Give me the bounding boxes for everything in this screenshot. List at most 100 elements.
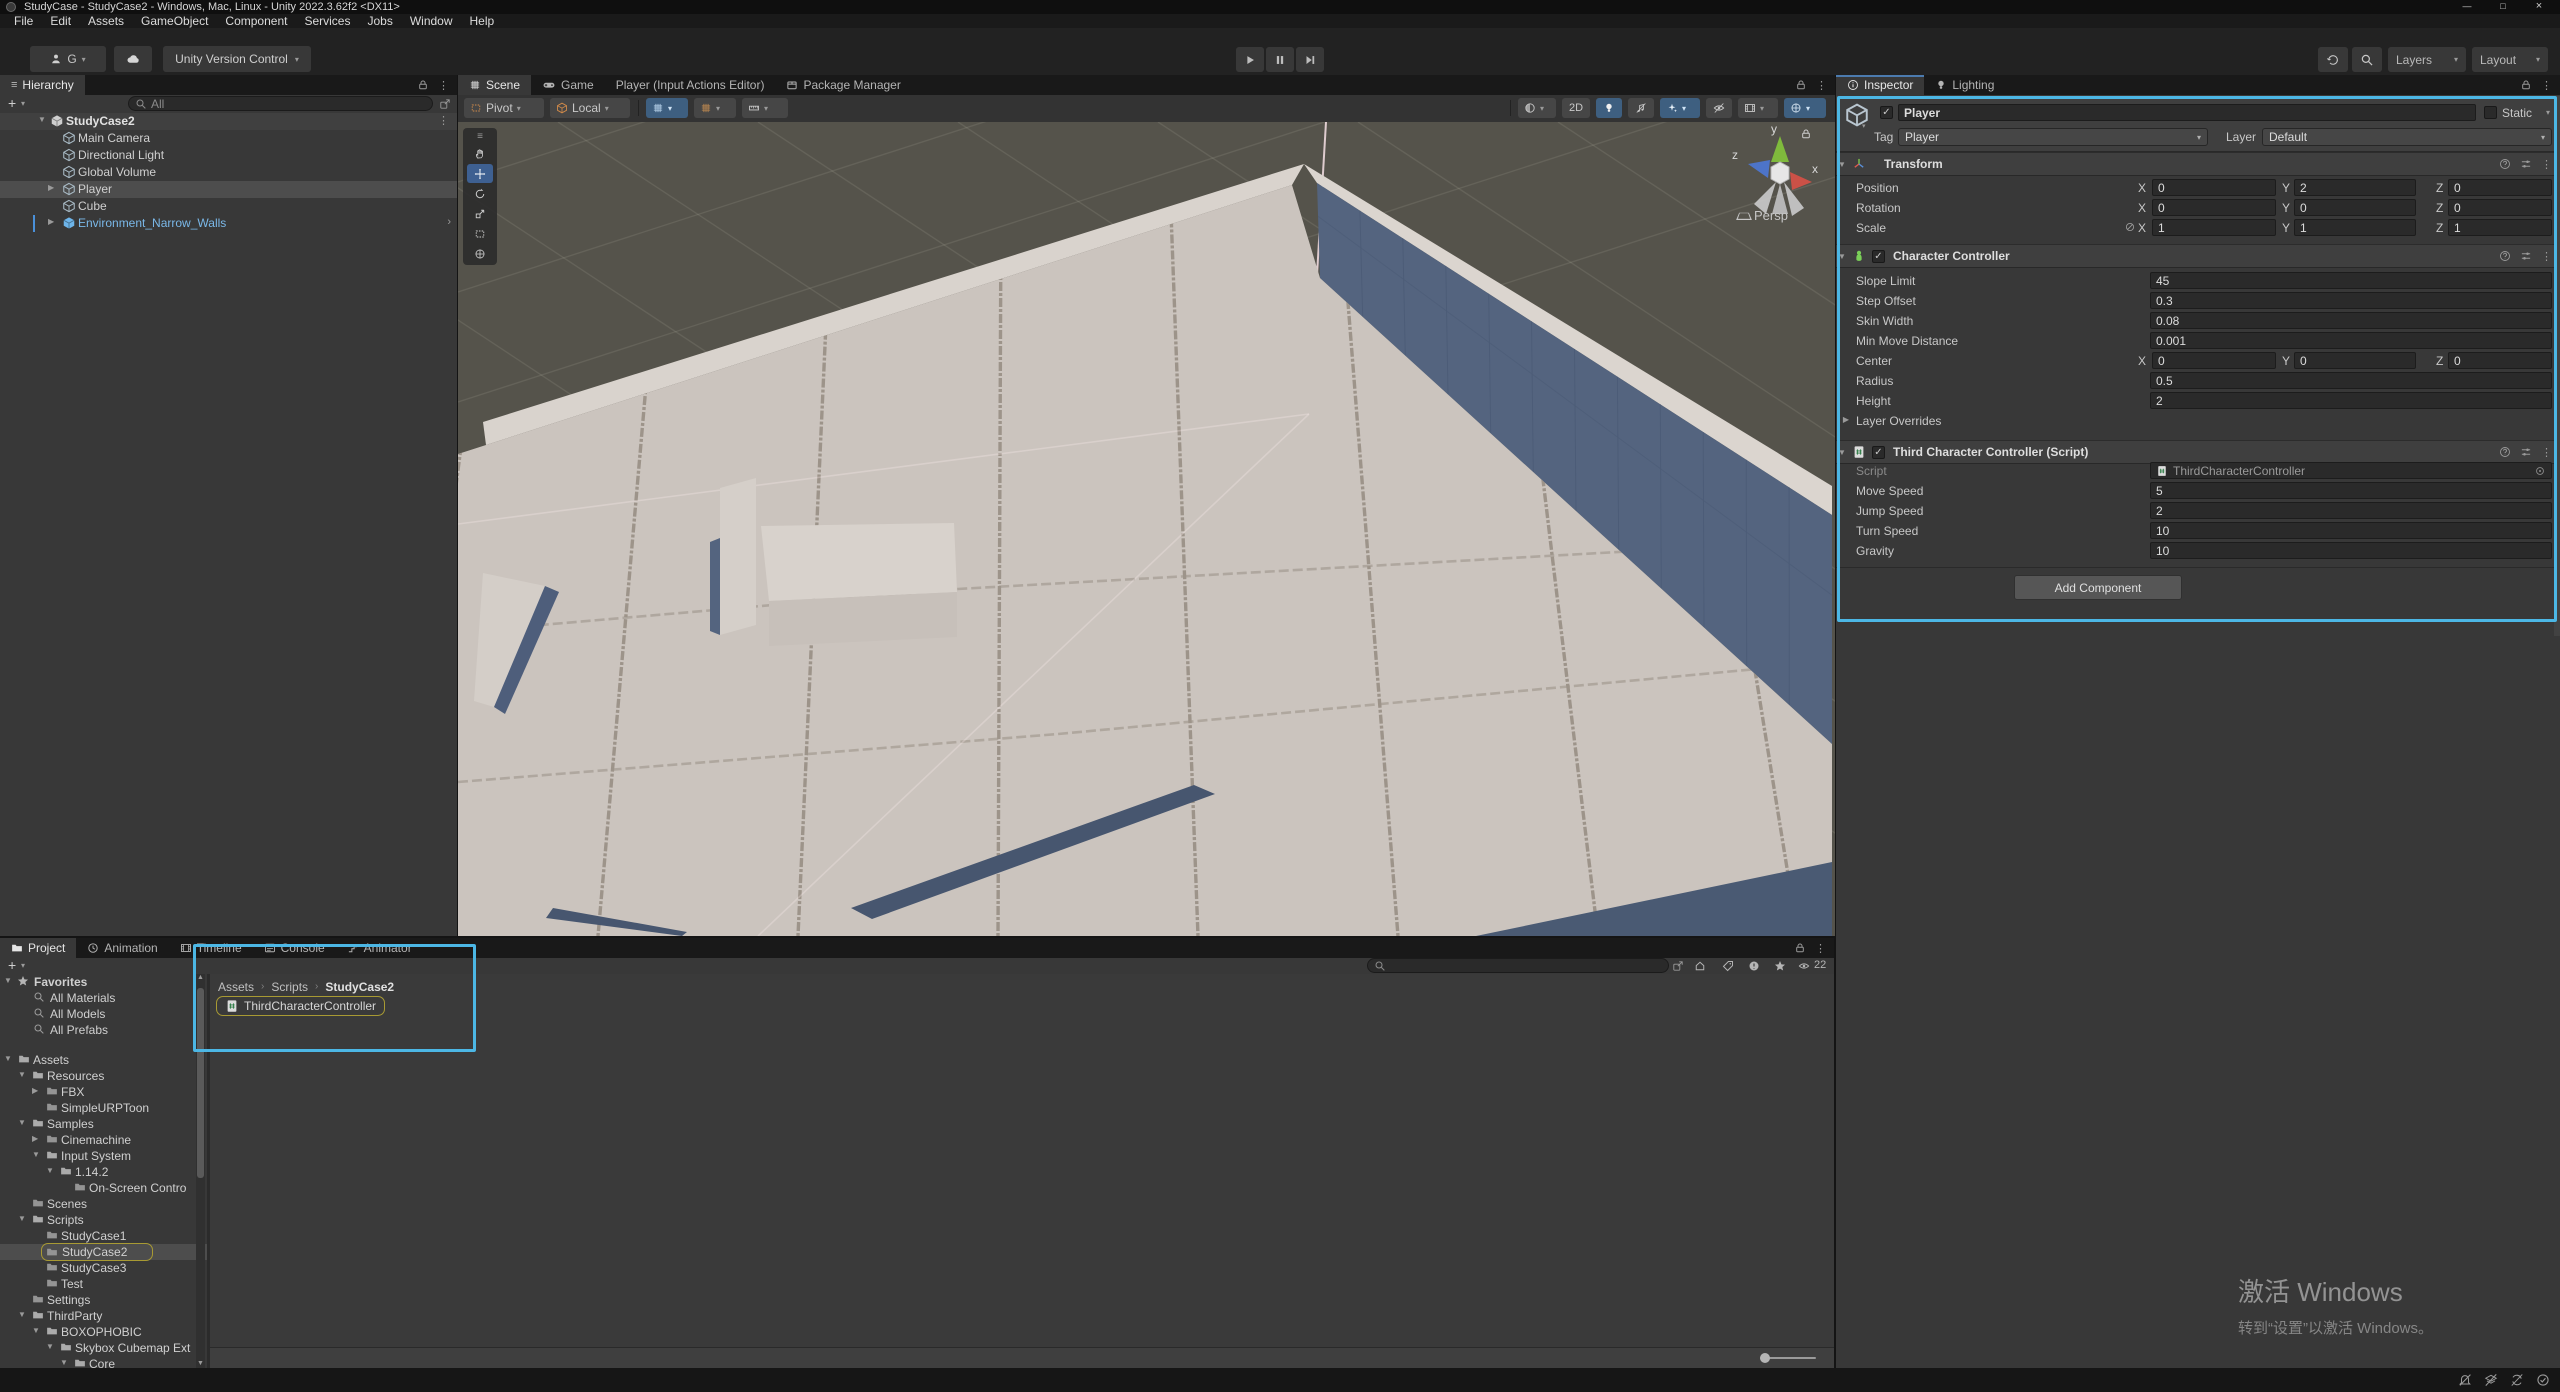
slider-knob[interactable] (1760, 1353, 1770, 1363)
scrollbar-thumb[interactable] (197, 988, 204, 1178)
expand-arrow-icon[interactable]: ▶ (32, 1086, 38, 1095)
menu-item-help[interactable]: Help (470, 14, 495, 28)
lock-icon[interactable] (1795, 79, 1807, 91)
expand-arrow-icon[interactable]: ▶ (32, 1134, 38, 1143)
menu-item-services[interactable]: Services (304, 14, 350, 28)
menu-item-edit[interactable]: Edit (50, 14, 71, 28)
x-value-field[interactable]: 1 (2152, 219, 2276, 236)
z-value-field[interactable]: 0 (2448, 179, 2552, 196)
gizmo-lock-icon[interactable] (1800, 128, 1812, 140)
help-icon[interactable] (2499, 158, 2511, 170)
project-folder-row[interactable]: ▼Samples (0, 1116, 207, 1132)
tab-timeline[interactable]: Timeline (169, 938, 253, 958)
y-value-field[interactable]: 2 (2294, 179, 2416, 196)
project-folder-row[interactable]: ▶Cinemachine (0, 1132, 207, 1148)
increment-snap-toggle[interactable]: ▾ (694, 98, 736, 118)
kebab-menu-icon[interactable]: ⋮ (2541, 79, 2552, 92)
property-value-field[interactable]: 0.5 (2150, 372, 2552, 389)
expand-arrow-icon[interactable]: ▶ (48, 217, 54, 226)
foldout-arrow-icon[interactable]: ▼ (1836, 160, 1848, 169)
script-object-field[interactable]: ThirdCharacterController (2150, 462, 2552, 479)
project-folder-row[interactable]: ▼1.14.2 (0, 1164, 207, 1180)
kebab-menu-icon[interactable]: ⋮ (2541, 446, 2552, 459)
property-value-field[interactable]: 2 (2150, 392, 2552, 409)
project-folder-row[interactable]: ▼Resources (0, 1068, 207, 1084)
static-arrow-icon[interactable]: ▾ (2546, 108, 2550, 117)
tab-inspector[interactable]: Inspector (1836, 75, 1924, 95)
add-component-button[interactable]: Add Component (2014, 575, 2182, 600)
y-value-field[interactable]: 0 (2294, 352, 2416, 369)
perspective-label[interactable]: Persp (1738, 208, 1788, 223)
property-value-field[interactable]: 0.3 (2150, 292, 2552, 309)
y-value-field[interactable]: 1 (2294, 219, 2416, 236)
sync-disabled-icon[interactable] (2510, 1373, 2524, 1387)
icon-size-slider[interactable] (1760, 1357, 1816, 1359)
minimize-button[interactable]: — (2450, 1, 2484, 11)
project-folder-row[interactable]: Test (0, 1276, 207, 1292)
label-filter-icon[interactable] (1722, 960, 1734, 972)
tag-dropdown[interactable]: Player▾ (1898, 128, 2208, 146)
2d-toggle[interactable]: 2D (1562, 98, 1590, 118)
project-folder-row[interactable]: ▼Scripts (0, 1212, 207, 1228)
project-folder-row[interactable]: ▼Skybox Cubemap Ext (0, 1340, 207, 1356)
z-value-field[interactable]: 1 (2448, 219, 2552, 236)
step-button[interactable] (1296, 47, 1324, 72)
z-value-field[interactable]: 0 (2448, 199, 2552, 216)
collapse-arrow-icon[interactable]: ▼ (32, 1150, 40, 1159)
tab-console[interactable]: Console (253, 938, 336, 958)
tab-project[interactable]: Project (0, 938, 76, 958)
collapse-arrow-icon[interactable]: ▼ (18, 1214, 26, 1223)
tree-scrollbar[interactable]: ▲ ▼ (196, 974, 205, 1368)
lock-icon[interactable] (1794, 942, 1806, 954)
warnings-filter-icon[interactable] (1748, 960, 1760, 972)
active-checkbox[interactable]: ✓ (1880, 106, 1893, 119)
lock-icon[interactable] (2520, 79, 2532, 91)
kebab-menu-icon[interactable]: ⋮ (1816, 79, 1827, 92)
rect-tool[interactable] (467, 224, 493, 243)
tab-package-manager[interactable]: Package Manager (775, 75, 911, 95)
play-button[interactable] (1236, 47, 1264, 72)
gameobject-name-field[interactable]: Player (1898, 104, 2476, 121)
prefab-open-chevron[interactable]: › (447, 216, 451, 228)
create-add-button[interactable]: + (8, 957, 16, 973)
object-picker-icon[interactable] (2534, 465, 2546, 477)
camera-settings-dropdown[interactable]: ▾ (1738, 98, 1778, 118)
presets-icon[interactable] (2520, 158, 2532, 170)
transform-tool[interactable] (467, 244, 493, 263)
tab-input-actions[interactable]: Player (Input Actions Editor) (605, 75, 776, 95)
breadcrumb-scripts[interactable]: Scripts (271, 980, 308, 994)
x-value-field[interactable]: 0 (2152, 179, 2276, 196)
transform-header[interactable]: ▼ Transform ⋮ (1836, 152, 2560, 176)
presets-icon[interactable] (2520, 250, 2532, 262)
menu-item-component[interactable]: Component (225, 14, 287, 28)
favorites-item[interactable]: All Prefabs (0, 1022, 207, 1038)
project-folder-row[interactable]: ▼Assets (0, 1052, 207, 1068)
tab-animation[interactable]: Animation (76, 938, 168, 958)
menu-item-file[interactable]: File (14, 14, 33, 28)
visibility-count-icon[interactable] (1798, 960, 1810, 972)
project-folder-row[interactable]: StudyCase1 (0, 1228, 207, 1244)
character-controller-header[interactable]: ▼ ✓ Character Controller ⋮ (1836, 244, 2560, 268)
property-value-field[interactable]: 0.08 (2150, 312, 2552, 329)
collapse-arrow-icon[interactable]: ▼ (4, 1054, 12, 1063)
scene-audio-toggle[interactable] (1628, 98, 1654, 118)
property-value-field[interactable]: 45 (2150, 272, 2552, 289)
favorites-item[interactable]: All Materials (0, 990, 207, 1006)
project-folder-row[interactable]: ▶FBX (0, 1084, 207, 1100)
shading-mode-dropdown[interactable]: ▾ (1518, 98, 1556, 118)
property-value-field[interactable]: 10 (2150, 522, 2552, 539)
status-ok-icon[interactable] (2536, 1373, 2550, 1387)
selected-asset-item[interactable]: ThirdCharacterController (216, 996, 385, 1016)
collapse-arrow-icon[interactable]: ▼ (18, 1310, 26, 1319)
constrain-proportions-icon[interactable] (2124, 221, 2136, 233)
collapse-arrow-icon[interactable]: ▼ (18, 1118, 26, 1127)
tools-overlay-menu[interactable]: ≡ (467, 130, 493, 143)
snap-settings-toggle[interactable]: ▾ (742, 98, 788, 118)
inspector-scrollbar[interactable] (2554, 96, 2560, 636)
y-value-field[interactable]: 0 (2294, 199, 2416, 216)
project-folder-row[interactable]: StudyCase3 (0, 1260, 207, 1276)
menu-item-jobs[interactable]: Jobs (367, 14, 392, 28)
grid-snapping-toggle[interactable]: ▾ (646, 98, 688, 118)
layer-overrides-foldout[interactable]: ▶ Layer Overrides (1836, 411, 2560, 431)
presets-icon[interactable] (2520, 446, 2532, 458)
